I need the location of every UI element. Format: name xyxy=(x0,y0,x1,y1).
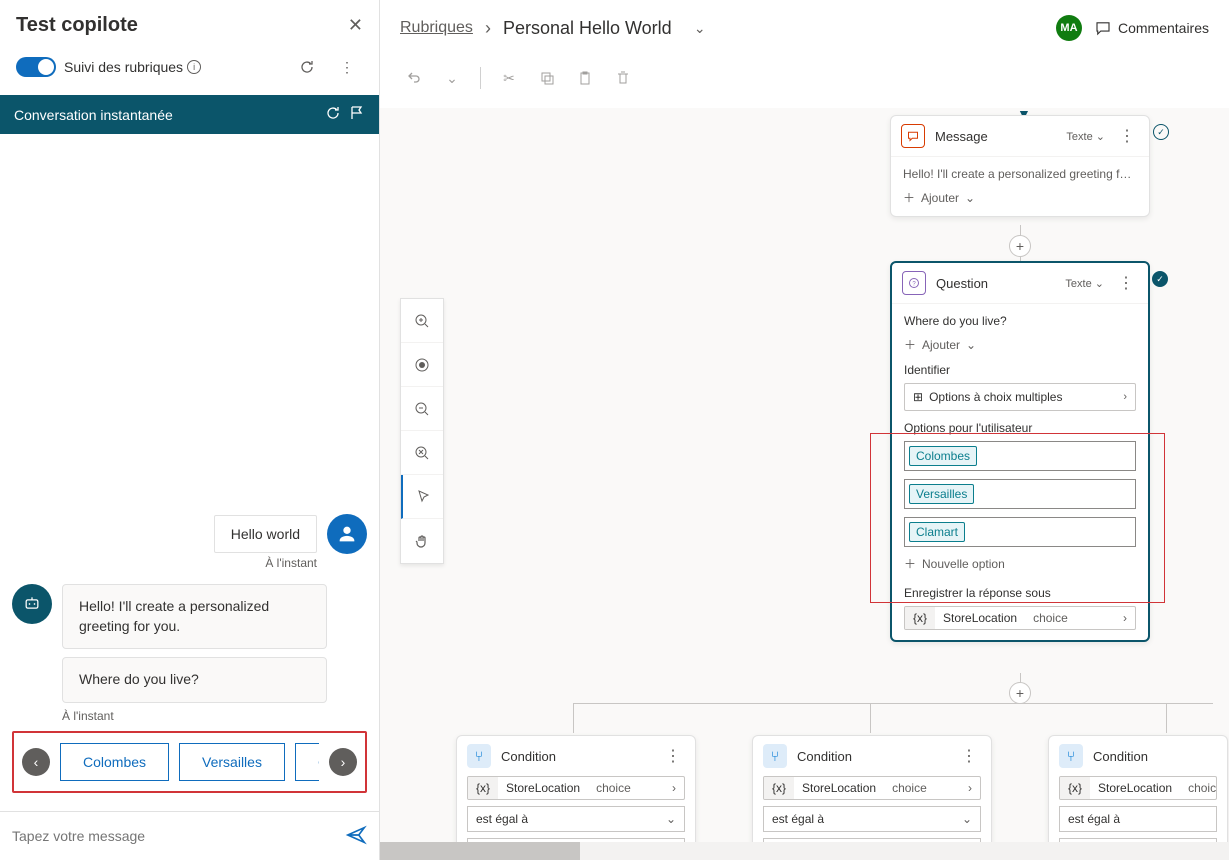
variable-icon: {x} xyxy=(772,781,786,795)
grid-icon: ⊞ xyxy=(913,390,923,404)
question-node[interactable]: ? Question Texte ⌄ ⋮ Where do you live? … xyxy=(890,261,1150,642)
conv-refresh-icon[interactable] xyxy=(325,105,341,124)
chevron-right-icon: › xyxy=(1115,607,1135,629)
paste-icon[interactable] xyxy=(569,62,601,94)
bot-timestamp: À l'instant xyxy=(62,709,367,723)
add-node-button[interactable]: + xyxy=(1009,235,1031,257)
copy-icon[interactable] xyxy=(531,62,563,94)
condition-icon: ⑂ xyxy=(467,744,491,768)
chat-input[interactable] xyxy=(12,822,337,850)
cond-variable-selector[interactable]: {x} StoreLocation choice › xyxy=(763,776,981,800)
toolbar: ⌄ ✂ xyxy=(380,56,1229,108)
message-icon xyxy=(901,124,925,148)
new-option-button[interactable]: ＋ Nouvelle option xyxy=(904,555,1136,572)
quick-reply-chip[interactable]: Versailles xyxy=(179,743,285,781)
quick-reply-chip[interactable]: Colombes xyxy=(60,743,169,781)
user-avatar-icon xyxy=(327,514,367,554)
panel-title: Test copilote xyxy=(16,14,138,37)
track-toggle[interactable] xyxy=(16,57,56,77)
close-icon[interactable]: ✕ xyxy=(348,15,363,36)
chevron-right-icon: › xyxy=(485,18,491,39)
bot-message: Where do you live? xyxy=(62,657,327,703)
node-more-icon[interactable]: ⋮ xyxy=(1114,273,1138,293)
node-more-icon[interactable]: ⋮ xyxy=(661,746,685,766)
canvas-tools xyxy=(400,298,444,564)
send-icon[interactable] xyxy=(345,824,367,849)
identify-selector[interactable]: ⊞ Options à choix multiples › xyxy=(904,383,1136,411)
chevron-down-icon: ⌄ xyxy=(666,812,676,826)
user-timestamp: À l'instant xyxy=(12,556,317,570)
bot-avatar-icon xyxy=(12,584,52,624)
refresh-icon[interactable] xyxy=(291,51,323,83)
cond-variable-selector[interactable]: {x} StoreLocation choice › xyxy=(467,776,685,800)
check-icon: ✓ xyxy=(1152,271,1168,287)
pan-icon[interactable] xyxy=(401,519,443,563)
zoom-out-icon[interactable] xyxy=(401,387,443,431)
option-input[interactable]: Versailles xyxy=(904,479,1136,509)
cut-icon[interactable]: ✂ xyxy=(493,62,525,94)
variable-icon: {x} xyxy=(1068,781,1082,795)
fit-icon[interactable] xyxy=(401,343,443,387)
chip-prev-icon[interactable]: ‹ xyxy=(22,748,50,776)
chip-next-icon[interactable]: › xyxy=(329,748,357,776)
condition-icon: ⑂ xyxy=(763,744,787,768)
more-icon[interactable]: ⋮ xyxy=(331,51,363,83)
quick-reply-container: ‹ Colombes Versailles Clamart › xyxy=(12,731,367,793)
bot-message: Hello! I'll create a personalized greeti… xyxy=(62,584,327,649)
option-input[interactable]: Colombes xyxy=(904,441,1136,471)
add-button[interactable]: ＋ Ajouter ⌄ xyxy=(904,336,1136,353)
variable-icon: {x} xyxy=(476,781,490,795)
cond-operator-selector[interactable]: est égal à⌄ xyxy=(763,806,981,832)
horizontal-scrollbar[interactable] xyxy=(380,842,1229,860)
node-more-icon[interactable]: ⋮ xyxy=(1115,126,1139,146)
user-badge[interactable]: MA xyxy=(1056,15,1082,41)
add-button[interactable]: ＋ Ajouter ⌄ xyxy=(903,189,1137,206)
conversation-bar: Conversation instantanée xyxy=(0,95,379,134)
check-icon: ✓ xyxy=(1153,124,1169,140)
undo-dropdown-icon[interactable]: ⌄ xyxy=(436,62,468,94)
message-node[interactable]: Message Texte ⌄ ⋮ Hello! I'll create a p… xyxy=(890,115,1150,217)
question-icon: ? xyxy=(902,271,926,295)
info-icon[interactable]: i xyxy=(187,60,201,74)
cond-operator-selector[interactable]: est égal à xyxy=(1059,806,1217,832)
msg-type-dropdown[interactable]: Texte ⌄ xyxy=(1066,130,1105,143)
svg-text:?: ? xyxy=(912,281,916,287)
breadcrumb-dropdown-icon[interactable]: ⌄ xyxy=(684,12,716,44)
cond-variable-selector[interactable]: {x} StoreLocation choice xyxy=(1059,776,1217,800)
cursor-icon[interactable] xyxy=(401,475,443,519)
breadcrumb-root[interactable]: Rubriques xyxy=(400,19,473,37)
chevron-down-icon: ⌄ xyxy=(962,812,972,826)
delete-icon[interactable] xyxy=(607,62,639,94)
undo-icon[interactable] xyxy=(398,62,430,94)
breadcrumb-current: Personal Hello World xyxy=(503,18,672,39)
test-copilot-panel: Test copilote ✕ Suivi des rubriques i ⋮ … xyxy=(0,0,380,860)
track-label: Suivi des rubriques i xyxy=(64,59,201,75)
condition-icon: ⑂ xyxy=(1059,744,1083,768)
zoom-in-icon[interactable] xyxy=(401,299,443,343)
user-message: Hello world xyxy=(214,515,317,553)
option-input[interactable]: Clamart xyxy=(904,517,1136,547)
variable-icon: {x} xyxy=(913,611,927,625)
cond-operator-selector[interactable]: est égal à⌄ xyxy=(467,806,685,832)
add-node-button[interactable]: + xyxy=(1009,682,1031,704)
q-type-dropdown[interactable]: Texte ⌄ xyxy=(1065,277,1104,290)
variable-selector[interactable]: {x} StoreLocation choice › xyxy=(904,606,1136,630)
quick-reply-chip[interactable]: Clamart xyxy=(295,743,319,781)
authoring-canvas[interactable]: ▼ + + Message Texte ⌄ ⋮ Hello xyxy=(380,108,1229,860)
chevron-right-icon: › xyxy=(664,777,684,799)
chevron-right-icon: › xyxy=(960,777,980,799)
chevron-right-icon: › xyxy=(1123,391,1127,403)
reset-icon[interactable] xyxy=(401,431,443,475)
flag-icon[interactable] xyxy=(349,105,365,124)
node-more-icon[interactable]: ⋮ xyxy=(957,746,981,766)
comments-button[interactable]: Commentaires xyxy=(1094,19,1209,37)
